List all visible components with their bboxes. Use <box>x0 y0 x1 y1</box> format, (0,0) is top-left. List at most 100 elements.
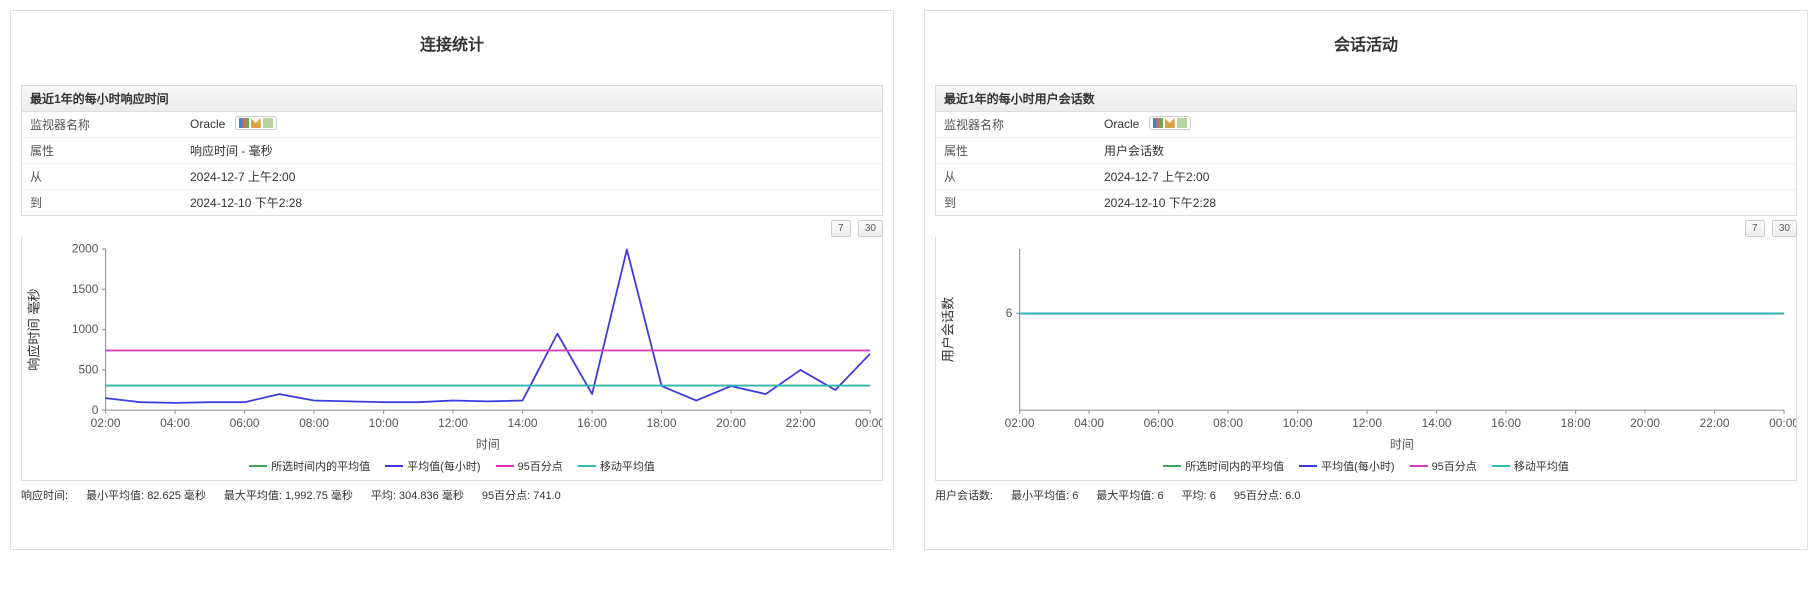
stats-p95-value: 6.0 <box>1285 490 1300 502</box>
session-chart: 6 02:00 04:00 06:00 08:00 10:00 12:00 14:00 16:0… <box>936 237 1796 452</box>
meta-row: 从 2024-12-7 上午2:00 <box>21 164 883 190</box>
svg-text:08:00: 08:00 <box>299 416 329 430</box>
monitor-icon-group[interactable] <box>1149 116 1191 130</box>
svg-text:06:00: 06:00 <box>1144 416 1174 430</box>
stats-p95-value: 741.0 <box>533 490 561 502</box>
stats-min-label: 最小平均值: <box>86 490 144 502</box>
stats-min-value: 6 <box>1072 490 1078 502</box>
range-7-button[interactable]: 7 <box>831 220 851 237</box>
meta-label: 从 <box>30 168 190 185</box>
svg-text:04:00: 04:00 <box>1074 416 1104 430</box>
legend-d: 移动平均值 <box>1514 458 1569 474</box>
mail-icon[interactable] <box>1165 118 1175 128</box>
stats-name: 响应时间: <box>21 487 68 503</box>
chart-icon[interactable] <box>1153 118 1163 128</box>
range-7-button[interactable]: 7 <box>1745 220 1765 237</box>
legend: 所选时间内的平均值 平均值(每小时) 95百分点 移动平均值 <box>22 452 882 480</box>
meta-value: 响应时间 - 毫秒 <box>190 142 273 159</box>
stats-avg-value: 6 <box>1210 490 1216 502</box>
stats-p95-label: 95百分点: <box>1234 490 1282 502</box>
meta-value: 2024-12-10 下午2:28 <box>1104 194 1216 211</box>
stats-avg-value: 304.836 毫秒 <box>399 490 464 502</box>
meta-label: 到 <box>944 194 1104 211</box>
mail-icon[interactable] <box>251 118 261 128</box>
stats-line: 用户会话数: 最小平均值: 6 最大平均值: 6 平均: 6 95百分点: 6.… <box>925 481 1807 509</box>
chart-title-bar: 最近1年的每小时用户会话数 <box>935 85 1797 112</box>
monitor-icon-group[interactable] <box>235 116 277 130</box>
meta-row: 属性 响应时间 - 毫秒 <box>21 138 883 164</box>
svg-text:22:00: 22:00 <box>786 416 816 430</box>
range-30-button[interactable]: 30 <box>1772 220 1797 237</box>
stats-max-label: 最大平均值: <box>1096 490 1154 502</box>
meta-value: 用户会话数 <box>1104 142 1164 159</box>
svg-text:18:00: 18:00 <box>647 416 677 430</box>
meta-row: 属性 用户会话数 <box>935 138 1797 164</box>
meta-value: Oracle <box>190 116 277 133</box>
svg-text:500: 500 <box>79 362 99 376</box>
legend-c: 95百分点 <box>518 458 563 474</box>
legend-b: 平均值(每小时) <box>1321 458 1394 474</box>
svg-text:22:00: 22:00 <box>1700 416 1730 430</box>
svg-text:02:00: 02:00 <box>91 416 121 430</box>
response-time-chart: 050010001500200002:0004:0006:0008:0010:0… <box>22 237 882 452</box>
svg-text:用户会话数: 用户会话数 <box>940 297 956 363</box>
monitor-name: Oracle <box>190 117 225 131</box>
meta-value: 2024-12-7 上午2:00 <box>1104 168 1209 185</box>
svg-text:20:00: 20:00 <box>1630 416 1660 430</box>
svg-text:00:00: 00:00 <box>855 416 882 430</box>
legend-a: 所选时间内的平均值 <box>271 458 370 474</box>
meta-value: 2024-12-7 上午2:00 <box>190 168 295 185</box>
meta-label: 从 <box>944 168 1104 185</box>
svg-text:00:00: 00:00 <box>1769 416 1796 430</box>
stats-line: 响应时间: 最小平均值: 82.625 毫秒 最大平均值: 1,992.75 毫… <box>11 481 893 509</box>
svg-text:时间: 时间 <box>476 437 500 451</box>
session-activity-panel: 会话活动 最近1年的每小时用户会话数 监视器名称 Oracle 属性 用户会话数 <box>924 10 1808 550</box>
svg-text:10:00: 10:00 <box>1283 416 1313 430</box>
svg-text:1500: 1500 <box>72 282 99 296</box>
stats-max-value: 1,992.75 毫秒 <box>285 490 353 502</box>
meta-row: 到 2024-12-10 下午2:28 <box>935 190 1797 216</box>
stats-avg-label: 平均: <box>1182 490 1207 502</box>
svg-text:06:00: 06:00 <box>230 416 260 430</box>
svg-text:时间: 时间 <box>1390 437 1414 451</box>
meta-label: 属性 <box>944 142 1104 159</box>
svg-text:0: 0 <box>92 403 99 417</box>
panel-title: 会话活动 <box>925 11 1807 85</box>
stats-p95-label: 95百分点: <box>482 490 530 502</box>
meta-row: 从 2024-12-7 上午2:00 <box>935 164 1797 190</box>
stats-max-value: 6 <box>1157 490 1163 502</box>
meta-label: 监视器名称 <box>944 116 1104 133</box>
svg-text:6: 6 <box>1006 306 1013 320</box>
meta-label: 监视器名称 <box>30 116 190 133</box>
legend: 所选时间内的平均值 平均值(每小时) 95百分点 移动平均值 <box>936 452 1796 480</box>
report-icon[interactable] <box>1177 118 1187 128</box>
svg-text:14:00: 14:00 <box>1422 416 1452 430</box>
report-icon[interactable] <box>263 118 273 128</box>
chart-icon[interactable] <box>239 118 249 128</box>
svg-text:20:00: 20:00 <box>716 416 746 430</box>
meta-table: 监视器名称 Oracle 属性 用户会话数 从 2024-12-7 上午2:00 <box>925 112 1807 216</box>
legend-d: 移动平均值 <box>600 458 655 474</box>
meta-row: 监视器名称 Oracle <box>21 112 883 138</box>
panel-title: 连接统计 <box>11 11 893 85</box>
legend-b: 平均值(每小时) <box>407 458 480 474</box>
svg-text:12:00: 12:00 <box>438 416 468 430</box>
meta-label: 到 <box>30 194 190 211</box>
svg-text:响应时间 毫秒: 响应时间 毫秒 <box>26 288 42 370</box>
svg-text:10:00: 10:00 <box>369 416 399 430</box>
svg-text:2000: 2000 <box>72 242 99 256</box>
svg-text:08:00: 08:00 <box>1213 416 1243 430</box>
svg-text:16:00: 16:00 <box>577 416 607 430</box>
svg-text:1000: 1000 <box>72 322 99 336</box>
svg-text:18:00: 18:00 <box>1561 416 1591 430</box>
meta-table: 监视器名称 Oracle 属性 响应时间 - 毫秒 从 2024-12-7 上午… <box>11 112 893 216</box>
svg-text:02:00: 02:00 <box>1005 416 1035 430</box>
meta-label: 属性 <box>30 142 190 159</box>
meta-row: 监视器名称 Oracle <box>935 112 1797 138</box>
meta-value: Oracle <box>1104 116 1191 133</box>
svg-text:12:00: 12:00 <box>1352 416 1382 430</box>
svg-text:16:00: 16:00 <box>1491 416 1521 430</box>
range-30-button[interactable]: 30 <box>858 220 883 237</box>
connection-stats-panel: 连接统计 最近1年的每小时响应时间 监视器名称 Oracle 属性 响应时间 -… <box>10 10 894 550</box>
meta-value: 2024-12-10 下午2:28 <box>190 194 302 211</box>
